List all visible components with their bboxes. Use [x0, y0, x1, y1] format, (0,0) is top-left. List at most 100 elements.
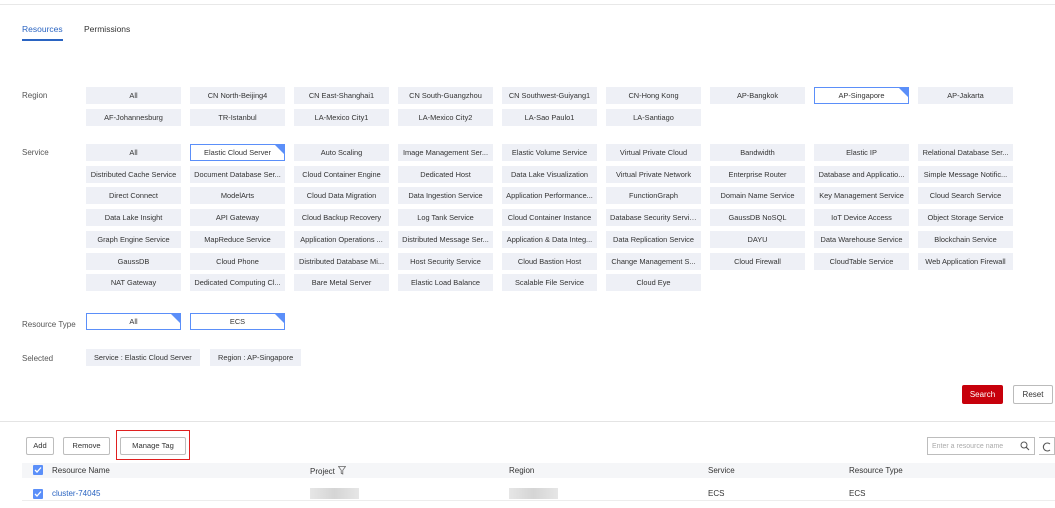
region-chip-cn-hong-kong[interactable]: CN-Hong Kong — [606, 87, 701, 104]
search-button[interactable]: Search — [962, 385, 1003, 404]
refresh-button[interactable] — [1039, 437, 1055, 455]
add-button[interactable]: Add — [26, 437, 54, 455]
service-chip-gaussdb-nosql[interactable]: GaussDB NoSQL — [710, 209, 805, 226]
service-chip-iot-device-access[interactable]: IoT Device Access — [814, 209, 909, 226]
service-chip-cloud-eye[interactable]: Cloud Eye — [606, 274, 701, 291]
service-chip-enterprise-router[interactable]: Enterprise Router — [710, 166, 805, 183]
service-chip-cloud-search-service[interactable]: Cloud Search Service — [918, 187, 1013, 204]
region-chip-ap-singapore[interactable]: AP-Singapore — [814, 87, 909, 104]
service-chip-functiongraph[interactable]: FunctionGraph — [606, 187, 701, 204]
service-chip-blockchain-service[interactable]: Blockchain Service — [918, 231, 1013, 248]
refresh-icon — [1042, 442, 1051, 452]
service-chip-web-application-firewall[interactable]: Web Application Firewall — [918, 253, 1013, 270]
region-chip-cn-east-shanghai1[interactable]: CN East-Shanghai1 — [294, 87, 389, 104]
service-chip-application-data-integ[interactable]: Application & Data Integ... — [502, 231, 597, 248]
service-chip-image-management-ser[interactable]: Image Management Ser... — [398, 144, 493, 161]
service-chip-all[interactable]: All — [86, 144, 181, 161]
region-chip-all[interactable]: All — [86, 87, 181, 104]
select-all-checkbox[interactable] — [33, 465, 43, 475]
tab-resources[interactable]: Resources — [22, 24, 63, 41]
selected-tag-region[interactable]: Region : AP-Singapore — [210, 349, 302, 366]
service-chip-gaussdb[interactable]: GaussDB — [86, 253, 181, 270]
service-chip-host-security-service[interactable]: Host Security Service — [398, 253, 493, 270]
service-chip-simple-message-notific[interactable]: Simple Message Notific... — [918, 166, 1013, 183]
resource-type-all-chip[interactable]: All — [86, 313, 181, 330]
column-header-resource-name[interactable]: Resource Name — [52, 466, 110, 475]
service-chip-cloud-phone[interactable]: Cloud Phone — [190, 253, 285, 270]
service-chip-dayu[interactable]: DAYU — [710, 231, 805, 248]
service-chip-bare-metal-server[interactable]: Bare Metal Server — [294, 274, 389, 291]
service-chip-distributed-cache-service[interactable]: Distributed Cache Service — [86, 166, 181, 183]
service-chip-data-replication-service[interactable]: Data Replication Service — [606, 231, 701, 248]
resource-name-link[interactable]: cluster-74045 — [52, 489, 100, 498]
service-chip-cloudtable-service[interactable]: CloudTable Service — [814, 253, 909, 270]
service-chip-application-operations[interactable]: Application Operations ... — [294, 231, 389, 248]
service-chip-modelarts[interactable]: ModelArts — [190, 187, 285, 204]
service-chip-cloud-container-instance[interactable]: Cloud Container Instance — [502, 209, 597, 226]
region-chip-tr-istanbul[interactable]: TR-Istanbul — [190, 109, 285, 126]
service-chip-cloud-backup-recovery[interactable]: Cloud Backup Recovery — [294, 209, 389, 226]
manage-tag-highlight — [116, 430, 190, 460]
service-chip-elastic-load-balance[interactable]: Elastic Load Balance — [398, 274, 493, 291]
region-chip-af-johannesburg[interactable]: AF-Johannesburg — [86, 109, 181, 126]
service-chip-nat-gateway[interactable]: NAT Gateway — [86, 274, 181, 291]
reset-button[interactable]: Reset — [1013, 385, 1053, 404]
row-service: ECS — [708, 489, 725, 498]
region-chip-cn-north-beijing4[interactable]: CN North-Beijing4 — [190, 87, 285, 104]
service-chip-dedicated-host[interactable]: Dedicated Host — [398, 166, 493, 183]
service-chip-api-gateway[interactable]: API Gateway — [190, 209, 285, 226]
service-chip-distributed-database-mi[interactable]: Distributed Database Mi... — [294, 253, 389, 270]
remove-button[interactable]: Remove — [63, 437, 110, 455]
column-header-region[interactable]: Region — [509, 466, 534, 475]
region-chip-la-santiago[interactable]: LA-Santiago — [606, 109, 701, 126]
service-chip-elastic-volume-service[interactable]: Elastic Volume Service — [502, 144, 597, 161]
service-chip-cloud-data-migration[interactable]: Cloud Data Migration — [294, 187, 389, 204]
region-chip-la-sao-paulo1[interactable]: LA-Sao Paulo1 — [502, 109, 597, 126]
service-chip-virtual-private-cloud[interactable]: Virtual Private Cloud — [606, 144, 701, 161]
column-header-project[interactable]: Project — [310, 466, 346, 476]
service-chip-graph-engine-service[interactable]: Graph Engine Service — [86, 231, 181, 248]
selected-tag-service[interactable]: Service : Elastic Cloud Server — [86, 349, 200, 366]
service-chip-cloud-firewall[interactable]: Cloud Firewall — [710, 253, 805, 270]
search-icon[interactable] — [1020, 441, 1030, 451]
service-chip-log-tank-service[interactable]: Log Tank Service — [398, 209, 493, 226]
service-chip-database-security-service[interactable]: Database Security Service — [606, 209, 701, 226]
service-chip-relational-database-ser[interactable]: Relational Database Ser... — [918, 144, 1013, 161]
column-header-service[interactable]: Service — [708, 466, 735, 475]
region-chip-ap-bangkok[interactable]: AP-Bangkok — [710, 87, 805, 104]
service-chip-change-management-s[interactable]: Change Management S... — [606, 253, 701, 270]
service-chip-scalable-file-service[interactable]: Scalable File Service — [502, 274, 597, 291]
service-chip-virtual-private-network[interactable]: Virtual Private Network — [606, 166, 701, 183]
tab-permissions[interactable]: Permissions — [84, 24, 130, 34]
region-chip-la-mexico-city2[interactable]: LA-Mexico City2 — [398, 109, 493, 126]
service-chip-document-database-ser[interactable]: Document Database Ser... — [190, 166, 285, 183]
service-chip-dedicated-computing-cl[interactable]: Dedicated Computing Cl... — [190, 274, 285, 291]
region-chip-la-mexico-city1[interactable]: LA-Mexico City1 — [294, 109, 389, 126]
region-chip-ap-jakarta[interactable]: AP-Jakarta — [918, 87, 1013, 104]
service-chip-bandwidth[interactable]: Bandwidth — [710, 144, 805, 161]
filter-icon[interactable] — [337, 466, 346, 475]
service-chip-elastic-cloud-server[interactable]: Elastic Cloud Server — [190, 144, 285, 161]
service-chip-object-storage-service[interactable]: Object Storage Service — [918, 209, 1013, 226]
column-header-resource-type[interactable]: Resource Type — [849, 466, 903, 475]
region-chip-cn-southwest-guiyang1[interactable]: CN Southwest-Guiyang1 — [502, 87, 597, 104]
service-chip-cloud-bastion-host[interactable]: Cloud Bastion Host — [502, 253, 597, 270]
service-chip-key-management-service[interactable]: Key Management Service — [814, 187, 909, 204]
service-chip-direct-connect[interactable]: Direct Connect — [86, 187, 181, 204]
row-checkbox[interactable] — [33, 489, 43, 499]
service-chip-data-lake-insight[interactable]: Data Lake Insight — [86, 209, 181, 226]
service-chip-data-lake-visualization[interactable]: Data Lake Visualization — [502, 166, 597, 183]
region-chip-cn-south-guangzhou[interactable]: CN South-Guangzhou — [398, 87, 493, 104]
service-chip-mapreduce-service[interactable]: MapReduce Service — [190, 231, 285, 248]
service-chip-data-warehouse-service[interactable]: Data Warehouse Service — [814, 231, 909, 248]
service-chip-distributed-message-ser[interactable]: Distributed Message Ser... — [398, 231, 493, 248]
service-chip-cloud-container-engine[interactable]: Cloud Container Engine — [294, 166, 389, 183]
service-chip-elastic-ip[interactable]: Elastic IP — [814, 144, 909, 161]
resource-search-input[interactable] — [928, 438, 1016, 454]
service-chip-auto-scaling[interactable]: Auto Scaling — [294, 144, 389, 161]
service-chip-database-and-applicatio[interactable]: Database and Applicatio... — [814, 166, 909, 183]
service-chip-data-ingestion-service[interactable]: Data Ingestion Service — [398, 187, 493, 204]
resource-type-ecs-chip[interactable]: ECS — [190, 313, 285, 330]
service-chip-application-performance[interactable]: Application Performance... — [502, 187, 597, 204]
service-chip-domain-name-service[interactable]: Domain Name Service — [710, 187, 805, 204]
